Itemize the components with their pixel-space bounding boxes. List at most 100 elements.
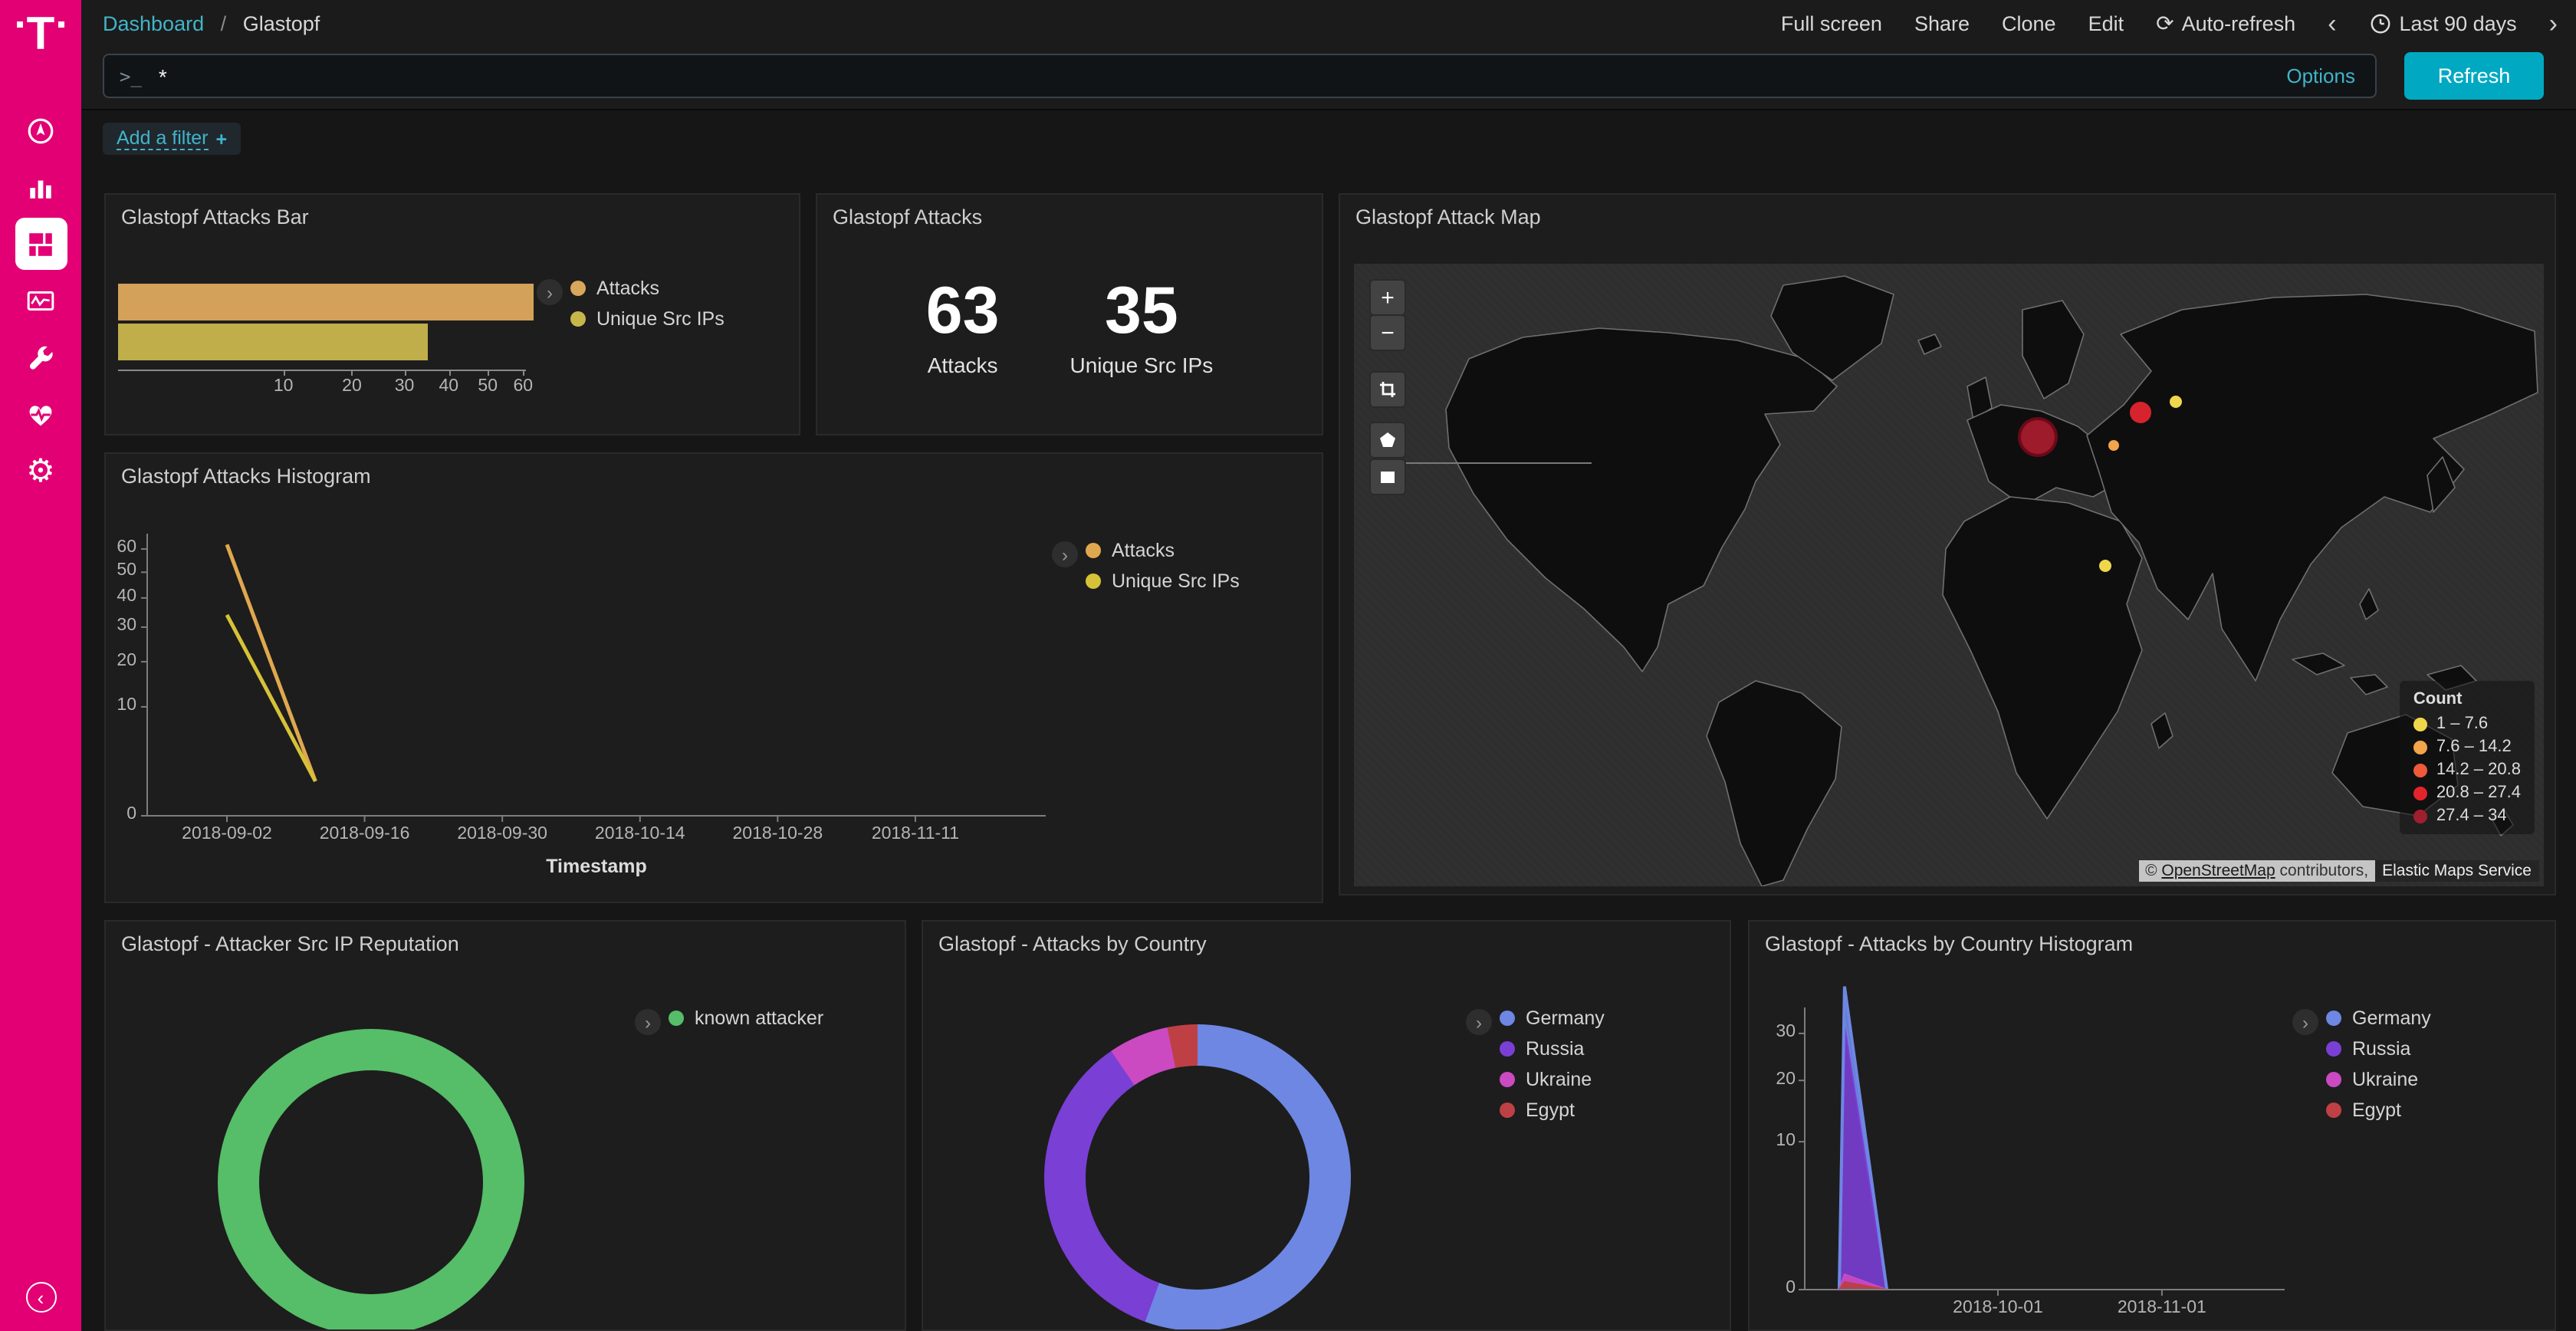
legend-item[interactable]: Ukraine [1500,1069,1605,1090]
map-attribution: © OpenStreetMap contributors, Elastic Ma… [2139,860,2539,882]
polygon-icon [1378,431,1397,449]
tick-label: 2018-10-01 [1929,1299,2067,1317]
draw-rectangle-button[interactable] [1369,458,1406,495]
sidebar-item-dev-tools[interactable] [15,331,67,383]
zoom-out-button[interactable]: − [1369,314,1406,351]
tick-label: 30 [382,377,428,396]
panel-title: Glastopf - Attacks by Country [938,932,1207,955]
legend-item[interactable]: Egypt [2326,1099,2431,1121]
time-back-button[interactable]: ‹ [2328,10,2336,36]
map-legend-dot [2413,786,2427,800]
legend-label: Attacks [1112,540,1175,561]
legend-item[interactable]: Attacks [1086,540,1240,561]
legend-item[interactable]: Ukraine [2326,1069,2431,1090]
refresh-button[interactable]: Refresh [2404,52,2544,100]
tick-label: 2018-10-14 [571,825,709,843]
openstreetmap-link[interactable]: OpenStreetMap [2161,862,2275,880]
legend-item[interactable]: Russia [2326,1038,2431,1060]
zoom-in-button[interactable]: + [1369,279,1406,316]
legend-item[interactable]: Egypt [1500,1099,1605,1121]
fit-bounds-button[interactable] [1369,371,1406,408]
edit-button[interactable]: Edit [2088,12,2124,35]
legend-dot [1086,573,1101,589]
legend-label: Russia [2352,1038,2410,1060]
reputation-donut-chart [218,1029,524,1331]
breadcrumb: Dashboard / Glastopf [103,12,320,35]
breadcrumb-separator: / [221,12,227,35]
donut-hole [1086,1066,1309,1290]
tick-label: 30 [106,616,136,635]
map-legend-range: 1 – 7.6 [2436,715,2488,733]
legend-label: Ukraine [1526,1069,1592,1090]
legend-label: known attacker [695,1007,823,1029]
expand-legend-icon[interactable] [537,279,563,305]
tick-label: 60 [106,538,136,557]
map-legend-row: 1 – 7.6 [2413,715,2521,733]
tick-label: 20 [329,377,375,396]
expand-legend-icon[interactable] [635,1009,661,1035]
tick-label: 2018-09-16 [296,825,434,843]
tick-mark [405,370,406,376]
tick-label: 2018-09-30 [433,825,571,843]
legend-item[interactable]: known attacker [669,1007,823,1029]
sidebar-item-timelion[interactable] [15,274,67,327]
add-filter-button[interactable]: Add a filter + [103,123,241,155]
tick-label: 30 [1759,1023,1796,1041]
legend-label: Unique Src IPs [596,308,724,330]
x-axis-label: Timestamp [458,856,734,877]
query-value: * [159,64,167,88]
breadcrumb-dashboard-link[interactable]: Dashboard [103,12,204,35]
sidebar-item-management[interactable]: ⚙ [15,445,67,497]
map-legend-row: 27.4 – 34 [2413,807,2521,825]
full-screen-button[interactable]: Full screen [1781,12,1882,35]
attack-location-dot [2170,396,2182,408]
legend-item[interactable]: Germany [1500,1007,1605,1029]
attack-location-dot [2099,560,2111,572]
clone-button[interactable]: Clone [2002,12,2056,35]
legend-item[interactable]: Germany [2326,1007,2431,1029]
query-bar: >_ * Options Refresh [81,46,2576,110]
sidebar-item-monitoring[interactable] [15,388,67,440]
telekom-logo[interactable]: T [18,12,64,64]
tick-label: 10 [106,696,136,715]
legend-item[interactable]: Unique Src IPs [1086,570,1240,592]
gear-icon: ⚙ [26,455,55,487]
time-forward-button[interactable]: › [2549,10,2558,36]
expand-legend-icon[interactable] [1466,1009,1492,1035]
auto-refresh-button[interactable]: ⟳ Auto-refresh [2156,12,2295,35]
expand-legend-icon[interactable] [2292,1009,2318,1035]
map-legend-range: 20.8 – 27.4 [2436,784,2521,802]
time-range-picker[interactable]: Last 90 days [2369,12,2517,35]
metric-value: 63 [926,279,1000,345]
legend-dot [1500,1103,1515,1118]
sidebar-item-visualize[interactable] [15,161,67,213]
elastic-maps-service-label: Elastic Maps Service [2374,860,2539,882]
legend-item[interactable]: Russia [1500,1038,1605,1060]
rectangle-icon [1378,468,1397,486]
panel-attacks-histogram: Glastopf Attacks Histogram 0102030405060… [104,452,1323,903]
draw-polygon-button[interactable] [1369,422,1406,458]
legend-dot [1086,543,1101,558]
legend-item[interactable]: Attacks [570,278,724,299]
map-legend-row: 20.8 – 27.4 [2413,784,2521,802]
plus-icon: + [216,128,228,150]
clock-icon [2369,12,2392,35]
expand-legend-icon[interactable] [1052,541,1078,567]
legend-dot [2326,1011,2341,1026]
collapse-sidebar-button[interactable]: ‹ [25,1282,56,1313]
legend-dot [570,311,586,327]
world-map[interactable]: + − Count 1 – 7.67.6 – 14.214.2 – 20.820… [1354,264,2544,886]
share-button[interactable]: Share [1914,12,1970,35]
logo-square-left [18,21,24,28]
legend-dot [1500,1072,1515,1087]
legend-label: Germany [1526,1007,1605,1029]
legend-dot [2326,1072,2341,1087]
map-legend-dot [2413,763,2427,777]
query-options-link[interactable]: Options [2286,64,2355,87]
panel-attacks-metric: Glastopf Attacks 63 Attacks 35 Unique Sr… [816,193,1323,435]
sidebar-item-discover[interactable] [15,104,67,156]
sidebar-item-dashboard[interactable] [15,218,67,270]
tick-mark [352,370,353,376]
search-query-input[interactable]: >_ * Options [103,54,2377,98]
legend-item[interactable]: Unique Src IPs [570,308,724,330]
